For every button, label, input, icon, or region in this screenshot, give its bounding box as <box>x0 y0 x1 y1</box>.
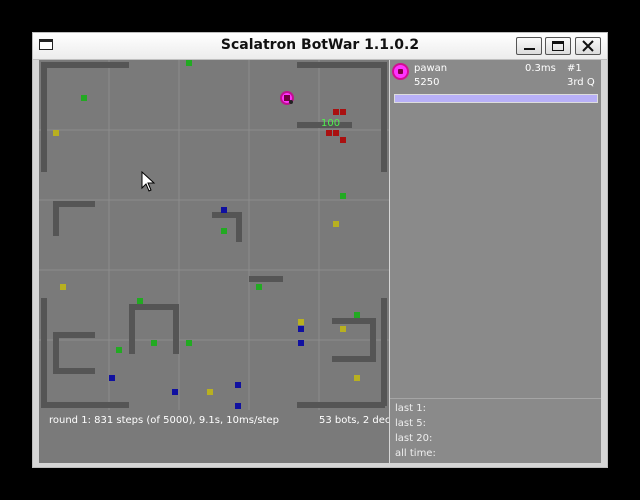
title-bar[interactable]: Scalatron BotWar 1.1.0.2 <box>33 33 607 60</box>
stat-last5: last 5: <box>395 418 426 429</box>
bot-count-status: 53 bots, 2 deco <box>319 415 389 426</box>
stat-last20: last 20: <box>395 433 433 444</box>
bad-plants <box>53 130 360 395</box>
stat-last1: last 1: <box>395 403 426 414</box>
minimize-button[interactable] <box>516 37 542 55</box>
maximize-button[interactable] <box>545 37 571 55</box>
player-rank: #1 <box>567 63 582 74</box>
close-button[interactable] <box>575 37 601 55</box>
player-progress-bar <box>394 94 598 103</box>
minimize-icon <box>524 48 535 50</box>
scoreboard-panel: pawan 5250 0.3ms #1 3rd Q last 1: last 5… <box>390 60 601 463</box>
player-entry[interactable]: pawan 5250 0.3ms #1 3rd Q <box>390 60 601 108</box>
master-bot[interactable] <box>280 91 294 105</box>
player-bot-icon <box>394 65 407 78</box>
stats-section: last 1: last 5: last 20: all time: <box>390 398 601 464</box>
game-arena[interactable]: 100 <box>39 60 389 410</box>
player-score: 5250 <box>414 77 440 88</box>
stat-all-time: all time: <box>395 448 436 459</box>
close-icon <box>582 40 594 52</box>
good-plants <box>81 60 360 353</box>
mouse-pointer-icon <box>141 170 156 192</box>
status-bar: round 1: 831 steps (of 5000), 9.1s, 10ms… <box>39 410 389 463</box>
player-progress-fill <box>395 95 597 102</box>
maximize-icon <box>552 41 564 51</box>
player-quadrant: 3rd Q <box>567 77 595 88</box>
player-name: pawan <box>414 63 448 74</box>
player-time: 0.3ms <box>525 63 556 74</box>
energy-floating-label: 100 <box>321 118 340 129</box>
app-window: Scalatron BotWar 1.1.0.2 100 round 1: 83… <box>32 32 608 468</box>
arena-canvas: 100 <box>39 60 389 410</box>
round-status: round 1: 831 steps (of 5000), 9.1s, 10ms… <box>49 415 279 426</box>
